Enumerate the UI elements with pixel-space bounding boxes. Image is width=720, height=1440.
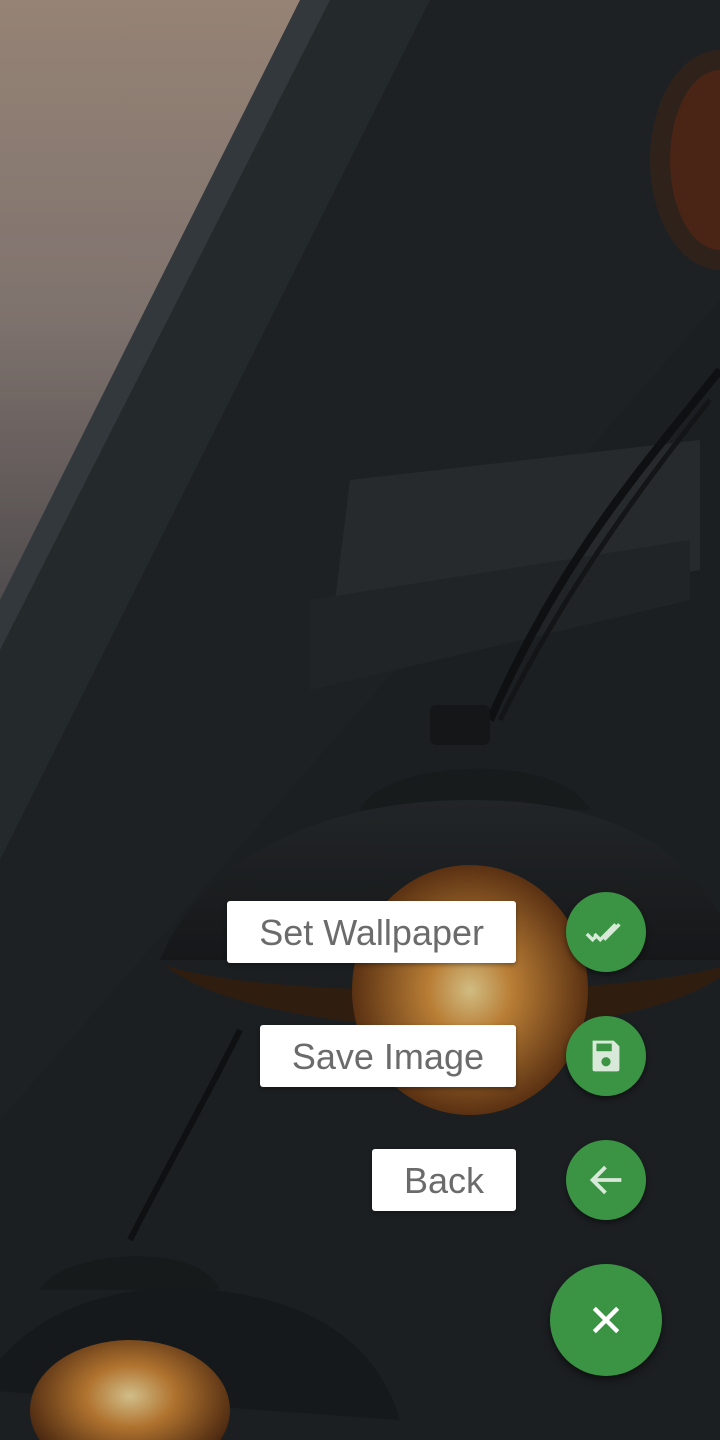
save-image-label[interactable]: Save Image [259, 1025, 516, 1087]
close-menu-fab[interactable] [550, 1264, 662, 1376]
fab-row-back: Back [186, 1140, 646, 1220]
fab-row-set-wallpaper: Set Wallpaper [186, 892, 646, 972]
arrow-back-icon [589, 1165, 622, 1195]
fab-row-save-image: Save Image [186, 1016, 646, 1096]
close-icon [592, 1306, 620, 1334]
double-check-icon [585, 923, 621, 943]
back-label[interactable]: Back [371, 1149, 516, 1211]
wallpaper-preview [0, 0, 720, 1440]
set-wallpaper-label[interactable]: Set Wallpaper [227, 901, 516, 963]
save-image-button[interactable] [566, 1016, 646, 1096]
set-wallpaper-button[interactable] [566, 892, 646, 972]
back-button[interactable] [566, 1140, 646, 1220]
save-icon [592, 1040, 620, 1072]
wallpaper-image [0, 0, 720, 1440]
